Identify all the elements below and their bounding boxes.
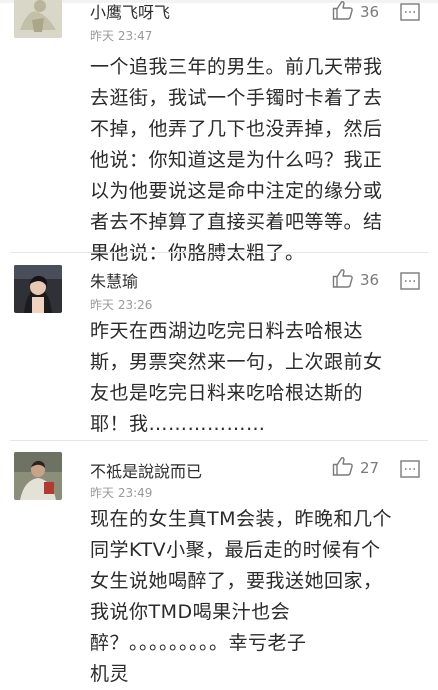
like-count: 36 xyxy=(360,271,380,289)
comment-text: 现在的女生真TM会装，昨晚和几个 同学KTV小聚，最后走的时候有个 女生说她喝醉… xyxy=(90,504,420,690)
comment-line: 果他说：你胳膊太粗了。 xyxy=(90,242,305,264)
comment-line: 同学KTV小聚，最后走的时候有个 xyxy=(90,539,381,561)
comment-line: 以为他要说这是命中注定的缘分或 xyxy=(90,180,383,202)
comment-line: 醉？。。。。。。。。。幸亏老子 xyxy=(90,632,307,654)
like-button[interactable]: 36 xyxy=(332,1,379,23)
username[interactable]: 不祗是說說而已 xyxy=(90,458,202,482)
thumbs-up-icon xyxy=(332,268,354,292)
comment-line: 现在的女生真TM会装，昨晚和几个 xyxy=(90,508,392,530)
comment-line: 昨天在西湖边吃完日料去哈根达 xyxy=(90,320,364,342)
comment-reply-icon xyxy=(400,460,420,482)
comment-line: 不掉，他弄了几下也没弄掉，然后 xyxy=(90,118,383,140)
like-count: 36 xyxy=(360,3,380,21)
comment-line: 去逛街，我试一个手镯时卡着了去 xyxy=(90,87,383,109)
comment-reply-icon xyxy=(400,3,420,25)
timestamp: 昨天 23:49 xyxy=(90,486,153,500)
avatar[interactable] xyxy=(14,0,62,38)
comment-line: 他说：你知道这是为什么吗？我正 xyxy=(90,149,383,171)
username[interactable]: 朱慧瑜 xyxy=(90,268,138,292)
comment-line: 友也是吃完日料来吃哈根达斯的 xyxy=(90,382,364,404)
comment-line: 斯，男票突然来一句，上次跟前女 xyxy=(90,351,383,373)
reply-button[interactable] xyxy=(400,272,420,290)
like-count: 27 xyxy=(360,459,380,477)
comment-text: 一个追我三年的男生。前几天带我 去逛街，我试一个手镯时卡着了去 不掉，他弄了几下… xyxy=(90,52,420,269)
comment-reply-icon xyxy=(400,272,420,294)
divider xyxy=(10,440,428,441)
comment-text: 昨天在西湖边吃完日料去哈根达 斯，男票突然来一句，上次跟前女 友也是吃完日料来吃… xyxy=(90,316,420,440)
comment-line: 一个追我三年的男生。前几天带我 xyxy=(90,56,383,78)
comment-line: 耶！我……………… xyxy=(90,413,266,435)
avatar[interactable] xyxy=(14,452,62,500)
avatar[interactable] xyxy=(14,265,62,313)
thumbs-up-icon xyxy=(332,0,354,24)
comment-line: 机灵 xyxy=(90,663,130,685)
reply-button[interactable] xyxy=(400,460,420,478)
timestamp: 昨天 23:26 xyxy=(90,298,153,312)
thumbs-up-icon xyxy=(332,456,354,480)
comment-line: 女生说她喝醉了，要我送她回家， xyxy=(90,570,383,592)
like-button[interactable]: 36 xyxy=(332,269,379,291)
like-button[interactable]: 27 xyxy=(332,457,379,479)
reply-button[interactable] xyxy=(400,3,420,21)
comment-line: 者去不掉算了直接买着吧等等。结 xyxy=(90,211,383,233)
comment-line: 我说你TMD喝果汁也会 xyxy=(90,601,291,623)
divider xyxy=(10,252,428,253)
timestamp: 昨天 23:47 xyxy=(90,29,153,43)
username[interactable]: 小鹰飞呀飞 xyxy=(90,0,170,23)
